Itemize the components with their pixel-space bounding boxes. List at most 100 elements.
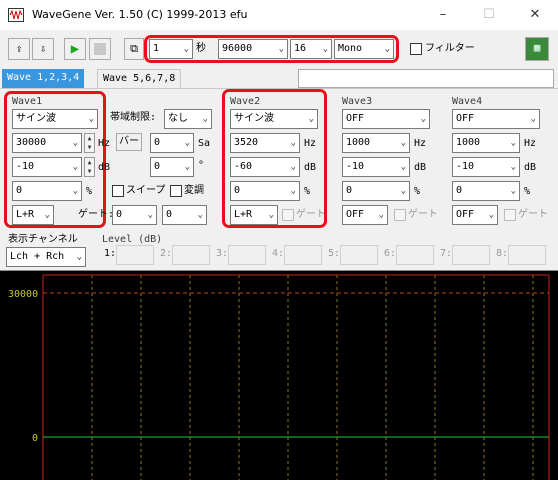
wave1-phase-unit: ° — [198, 160, 205, 171]
wave4-title: Wave4 — [452, 96, 483, 107]
wave4-level-input[interactable]: -10 ⌄ — [452, 157, 520, 177]
play-button[interactable]: ▶ — [64, 38, 86, 60]
level-channel-7-field — [452, 245, 490, 265]
open-file-icon: ⇪ — [15, 42, 23, 55]
wave2-frequency-input[interactable]: 3520 ⌄ — [230, 133, 300, 153]
copy-icon: ⧉ — [130, 42, 138, 55]
wave4-freq-unit: Hz — [524, 138, 537, 149]
wave4-frequency-input[interactable]: 1000 ⌄ — [452, 133, 520, 153]
wave1-frequency-spinner[interactable]: ▲ ▼ — [84, 133, 95, 153]
wave1-gate-b-input[interactable]: 0 ⌄ — [162, 205, 207, 225]
open-file-button[interactable]: ⇪ — [8, 38, 30, 60]
wave3-level-value: -10 — [346, 161, 365, 172]
wave4-offset-input[interactable]: 0 ⌄ — [452, 181, 520, 201]
stop-button[interactable] — [89, 38, 111, 60]
wave3-freq-unit: Hz — [414, 138, 427, 149]
maximize-button[interactable]: ☐ — [466, 0, 512, 30]
wave1-phase-input[interactable]: 0 ⌄ — [150, 157, 194, 177]
wave3-gate-checkbox[interactable] — [394, 209, 406, 221]
wave1-waveform-value: サイン波 — [16, 113, 56, 124]
wave1-gate-b-value: 0 — [166, 209, 173, 220]
wave2-level-unit: dB — [304, 162, 317, 173]
chevron-down-icon: ⌄ — [510, 138, 516, 148]
copy-button[interactable]: ⧉ — [124, 38, 144, 60]
wave1-offset-unit: % — [86, 186, 93, 197]
bit-depth-select[interactable]: 16 ⌄ — [290, 39, 332, 59]
chevron-down-icon: ⌄ — [378, 210, 384, 220]
wave4-waveform-select[interactable]: OFF ⌄ — [452, 109, 540, 129]
duration-unit-label: 秒 — [196, 43, 206, 54]
wave3-frequency-value: 1000 — [346, 137, 371, 148]
duration-select[interactable]: 1 ⌄ — [149, 39, 193, 59]
wave3-channel-value: OFF — [346, 209, 365, 220]
wave1-sa-unit: Sa — [198, 138, 211, 149]
bandwidth-select[interactable]: なし ⌄ — [164, 109, 212, 129]
level-channel-4-field — [284, 245, 322, 265]
sweep-label: スイープ — [126, 185, 166, 196]
y-label-max: 30000 — [8, 289, 38, 300]
filter-checkbox[interactable] — [410, 43, 422, 55]
level-channel-8-label: 8: — [496, 248, 509, 259]
modulation-checkbox[interactable] — [170, 185, 182, 197]
display-channel-value: Lch + Rch — [10, 251, 65, 262]
wave2-offset-input[interactable]: 0 ⌄ — [230, 181, 300, 201]
window-title: WaveGene Ver. 1.50 (C) 1999-2013 efu — [32, 8, 248, 21]
wave1-waveform-select[interactable]: サイン波 ⌄ — [12, 109, 98, 129]
wave1-level-input[interactable]: -10 ⌄ — [12, 157, 82, 177]
chevron-down-icon: ⌄ — [290, 162, 296, 172]
wave2-gate-checkbox[interactable] — [282, 209, 294, 221]
wave1-freq-unit: Hz — [98, 138, 111, 149]
wave3-title: Wave3 — [342, 96, 373, 107]
wave2-channel-value: L+R — [234, 209, 253, 220]
wave1-level-unit: dB — [98, 162, 111, 173]
minimize-button[interactable]: – — [420, 0, 466, 30]
wave1-level-spinner[interactable]: ▲ ▼ — [84, 157, 95, 177]
close-button[interactable]: ✕ — [512, 0, 558, 30]
waveform-graph[interactable]: 30000 0 — [0, 270, 558, 480]
wave4-gate-checkbox[interactable] — [504, 209, 516, 221]
wave3-offset-input[interactable]: 0 ⌄ — [342, 181, 410, 201]
wave3-frequency-input[interactable]: 1000 ⌄ — [342, 133, 410, 153]
wave3-channel-select[interactable]: OFF ⌄ — [342, 205, 388, 225]
wave2-waveform-select[interactable]: サイン波 ⌄ — [230, 109, 318, 129]
save-file-button[interactable]: ⇩ — [32, 38, 54, 60]
display-channel-select[interactable]: Lch + Rch ⌄ — [6, 247, 86, 267]
bar-button[interactable]: バー — [116, 133, 142, 151]
wave1-frequency-input[interactable]: 30000 ⌄ — [12, 133, 82, 153]
wave1-offset-value: 0 — [16, 185, 23, 196]
bit-depth-value: 16 — [294, 43, 307, 54]
tab-wave-5-8[interactable]: Wave 5,6,7,8 — [97, 69, 182, 88]
wave2-channel-select[interactable]: L+R ⌄ — [230, 205, 278, 225]
display-channel-label: 表示チャンネル — [8, 234, 78, 245]
wave1-gate-a-input[interactable]: 0 ⌄ — [112, 205, 157, 225]
wave2-offset-unit: % — [304, 186, 311, 197]
chevron-down-icon: ⌄ — [290, 186, 296, 196]
wave2-gate-label: ゲート — [296, 209, 326, 220]
wave3-waveform-select[interactable]: OFF ⌄ — [342, 109, 430, 129]
chevron-down-icon: ⌄ — [184, 162, 190, 172]
wave2-freq-unit: Hz — [304, 138, 317, 149]
wave3-waveform-value: OFF — [346, 113, 365, 124]
tab-wave-1-4[interactable]: Wave 1,2,3,4 — [2, 69, 85, 88]
chevron-down-icon: ⌄ — [400, 162, 406, 172]
wave4-channel-select[interactable]: OFF ⌄ — [452, 205, 498, 225]
wave3-level-input[interactable]: -10 ⌄ — [342, 157, 410, 177]
wave1-sa-input[interactable]: 0 ⌄ — [150, 133, 194, 153]
modulation-label: 変調 — [184, 185, 204, 196]
wave3-gate-label: ゲート — [408, 209, 438, 220]
sweep-checkbox[interactable] — [112, 185, 124, 197]
level-channel-2-label: 2: — [160, 248, 173, 259]
chevron-down-icon: ⌄ — [268, 210, 274, 220]
wave2-level-input[interactable]: -60 ⌄ — [230, 157, 300, 177]
status-field — [298, 69, 554, 88]
wave1-offset-input[interactable]: 0 ⌄ — [12, 181, 82, 201]
wave4-offset-value: 0 — [456, 185, 463, 196]
level-channel-3-field — [228, 245, 266, 265]
wave1-sa-value: 0 — [154, 137, 161, 148]
channel-mode-select[interactable]: Mono ⌄ — [334, 39, 394, 59]
wave3-offset-unit: % — [414, 186, 421, 197]
wave1-channel-select[interactable]: L+R ⌄ — [12, 205, 54, 225]
sample-rate-select[interactable]: 96000 ⌄ — [218, 39, 288, 59]
bandwidth-value: なし — [168, 113, 188, 124]
settings-button[interactable]: ▦ — [525, 37, 549, 61]
